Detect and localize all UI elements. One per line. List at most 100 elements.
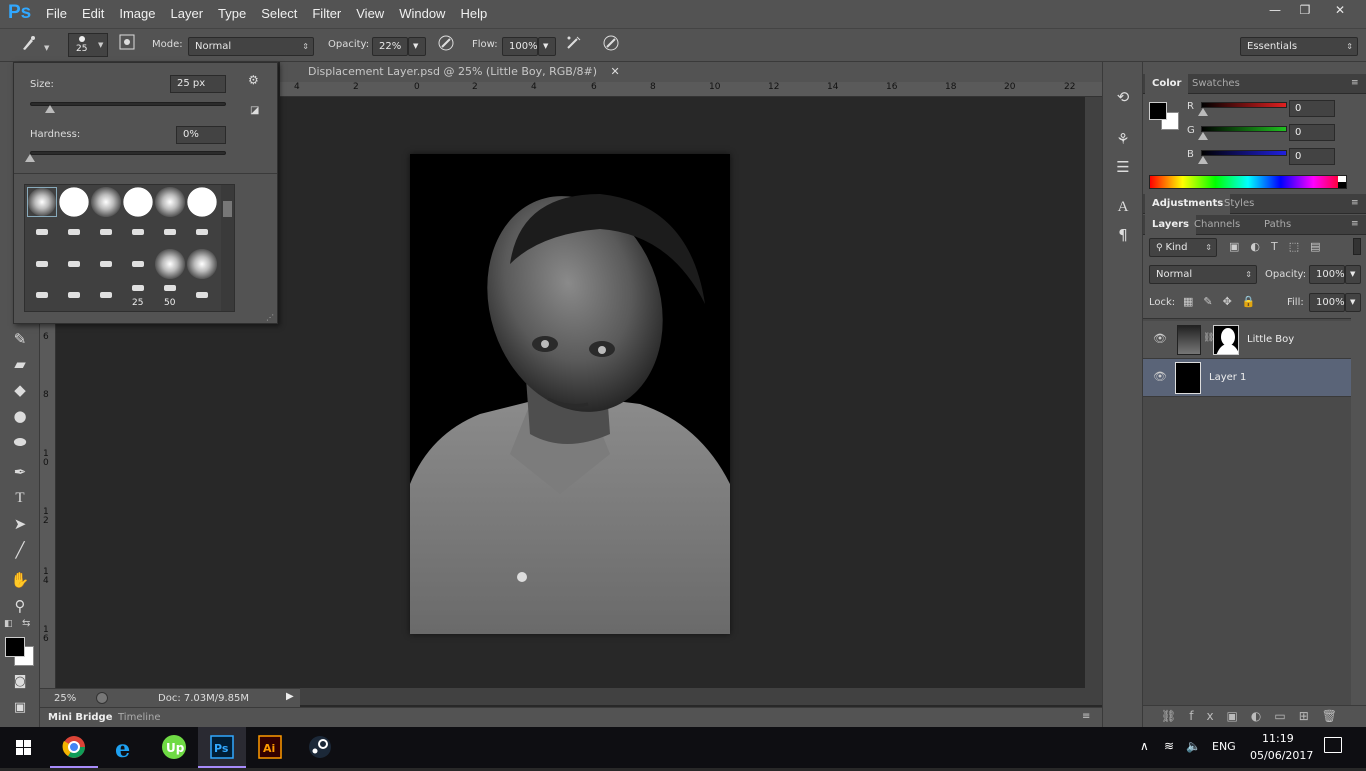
layer-mask-thumbnail[interactable] [1213,325,1239,355]
blue-slider-thumb[interactable] [1198,156,1208,164]
airbrush-icon[interactable] [563,34,585,56]
hand-tool-icon[interactable]: ✋ [6,568,34,592]
menu-filter[interactable]: Filter [312,6,348,21]
menu-image[interactable]: Image [119,6,162,21]
layer-row-layer-1[interactable]: 👁 Layer 1 [1143,359,1351,397]
close-button[interactable]: ✕ [1322,0,1358,20]
brush-preset-tip[interactable] [68,292,80,298]
filter-toggle[interactable] [1353,238,1361,255]
panel-menu-icon[interactable]: ≡ [1351,78,1359,88]
document-tab[interactable]: Displacement Layer.psd @ 25% (Little Boy… [280,62,630,82]
line-tool-icon[interactable]: ╱ [6,538,34,562]
layer-name[interactable]: Layer 1 [1209,372,1246,383]
green-slider[interactable] [1201,126,1287,132]
path-selection-tool-icon[interactable]: ➤ [6,512,34,536]
paragraph-icon[interactable]: ¶ [1111,224,1135,246]
tab-channels[interactable]: Channels [1187,215,1247,235]
chevron-up-icon[interactable]: ∧ [1140,739,1149,753]
status-share-icon[interactable] [96,692,108,704]
steam-icon[interactable] [296,727,344,768]
brush-preset-soft-round[interactable] [187,249,217,279]
brush-preset-soft-round[interactable] [155,187,185,217]
red-slider[interactable] [1201,102,1287,108]
pressure-size-icon[interactable] [600,34,622,56]
blur-tool-icon[interactable]: ● [6,404,34,428]
size-input[interactable]: 25 px [170,75,226,93]
scrollbar-thumb[interactable] [223,201,232,217]
zoom-level[interactable]: 25% [54,693,76,704]
brush-tool-icon[interactable] [18,34,40,56]
clock-time[interactable]: 11:19 [1262,732,1294,745]
layer-name[interactable]: Little Boy [1247,334,1294,345]
chrome-icon[interactable] [50,727,98,768]
pressure-opacity-icon[interactable] [435,34,457,56]
panel-menu-icon[interactable]: ≡ [1351,198,1359,208]
clone-source-icon[interactable]: ☰ [1111,156,1135,178]
brush-preset-tip[interactable] [164,229,176,235]
character-icon[interactable]: A [1111,196,1135,218]
brush-panel-toggle-icon[interactable] [116,34,138,56]
close-icon[interactable]: ✕ [611,65,620,78]
tab-swatches[interactable]: Swatches [1185,74,1247,94]
action-center-icon[interactable] [1324,737,1342,753]
document-canvas[interactable] [410,154,730,634]
dodge-tool-icon[interactable]: ⬬ [6,430,34,454]
brush-presets-icon[interactable]: ⚘ [1111,128,1135,150]
visibility-eye-icon[interactable]: 👁 [1153,370,1167,383]
vertical-scrollbar[interactable] [1085,97,1102,688]
foreground-swatch[interactable] [1149,102,1167,120]
workspace-select[interactable]: Essentials ⇕ [1240,37,1358,56]
layer-opacity-input[interactable]: 100% [1309,265,1345,284]
layer-filter-icons[interactable]: ▣◐T⬚▤ [1229,240,1332,253]
menu-help[interactable]: Help [460,6,494,21]
brush-preset-tip[interactable] [100,261,112,267]
minimize-button[interactable]: — [1258,0,1292,20]
layer-opacity-dropdown-icon[interactable]: ▼ [1345,265,1361,284]
brush-preset-tip[interactable] [132,261,144,267]
green-slider-thumb[interactable] [1198,132,1208,140]
brush-preset-hard-round[interactable] [123,187,153,217]
photoshop-taskbar-icon[interactable]: Ps [198,727,246,768]
volume-icon[interactable]: 🔈 [1186,739,1201,753]
presets-scrollbar[interactable] [221,185,234,311]
brush-preset-hard-round[interactable] [187,187,217,217]
brush-preset-picker[interactable]: 25 ▼ [68,33,108,57]
layer-filter-select[interactable]: ⚲ Kind ⇕ [1149,238,1217,257]
tab-color[interactable]: Color [1145,74,1189,94]
fill-input[interactable]: 100% [1309,293,1345,312]
brush-preset-tip[interactable] [36,261,48,267]
brush-preset-soft-round[interactable] [91,187,121,217]
size-slider[interactable] [30,102,226,106]
foreground-color-swatch[interactable] [5,637,25,657]
brush-preset-tip[interactable] [196,229,208,235]
color-spectrum[interactable] [1149,175,1347,189]
brush-preset-hard-round[interactable] [59,187,89,217]
brush-preset-tip[interactable] [36,292,48,298]
status-menu-arrow-icon[interactable]: ▶ [286,691,294,702]
brush-preset-tip[interactable] [36,229,48,235]
blue-value-input[interactable]: 0 [1289,148,1335,165]
brush-preset-soft-round[interactable] [155,249,185,279]
layer-footer-icons[interactable]: ⛓fx▣◐▭⊞🗑 [1161,709,1350,723]
blue-slider[interactable] [1201,150,1287,156]
hardness-input[interactable]: 0% [176,126,226,144]
brush-preset-tip[interactable] [164,285,176,291]
default-colors-icon[interactable]: ◧ [4,619,13,629]
flow-input[interactable]: 100% [502,37,538,56]
hardness-slider[interactable] [30,151,226,155]
paint-bucket-tool-icon[interactable]: ◆ [6,378,34,402]
tab-paths[interactable]: Paths [1257,215,1298,235]
panel-menu-icon[interactable]: ≡ [1082,711,1090,722]
windows-start-icon[interactable] [0,727,48,768]
brush-preset-tip[interactable] [132,285,144,291]
lock-icons[interactable]: ▦✎✥🔒 [1183,295,1266,308]
layer-row-little-boy[interactable]: 👁 ⛓ Little Boy [1143,321,1351,359]
menu-layer[interactable]: Layer [171,6,211,21]
wifi-icon[interactable]: ≋ [1164,739,1174,753]
tool-preset-arrow-icon[interactable]: ▼ [44,44,49,52]
red-value-input[interactable]: 0 [1289,100,1335,117]
new-preset-icon[interactable]: ◪ [250,105,259,116]
opacity-dropdown-icon[interactable]: ▼ [408,37,426,56]
restore-button[interactable]: ❐ [1288,0,1322,20]
brush-preset-tip[interactable] [132,229,144,235]
